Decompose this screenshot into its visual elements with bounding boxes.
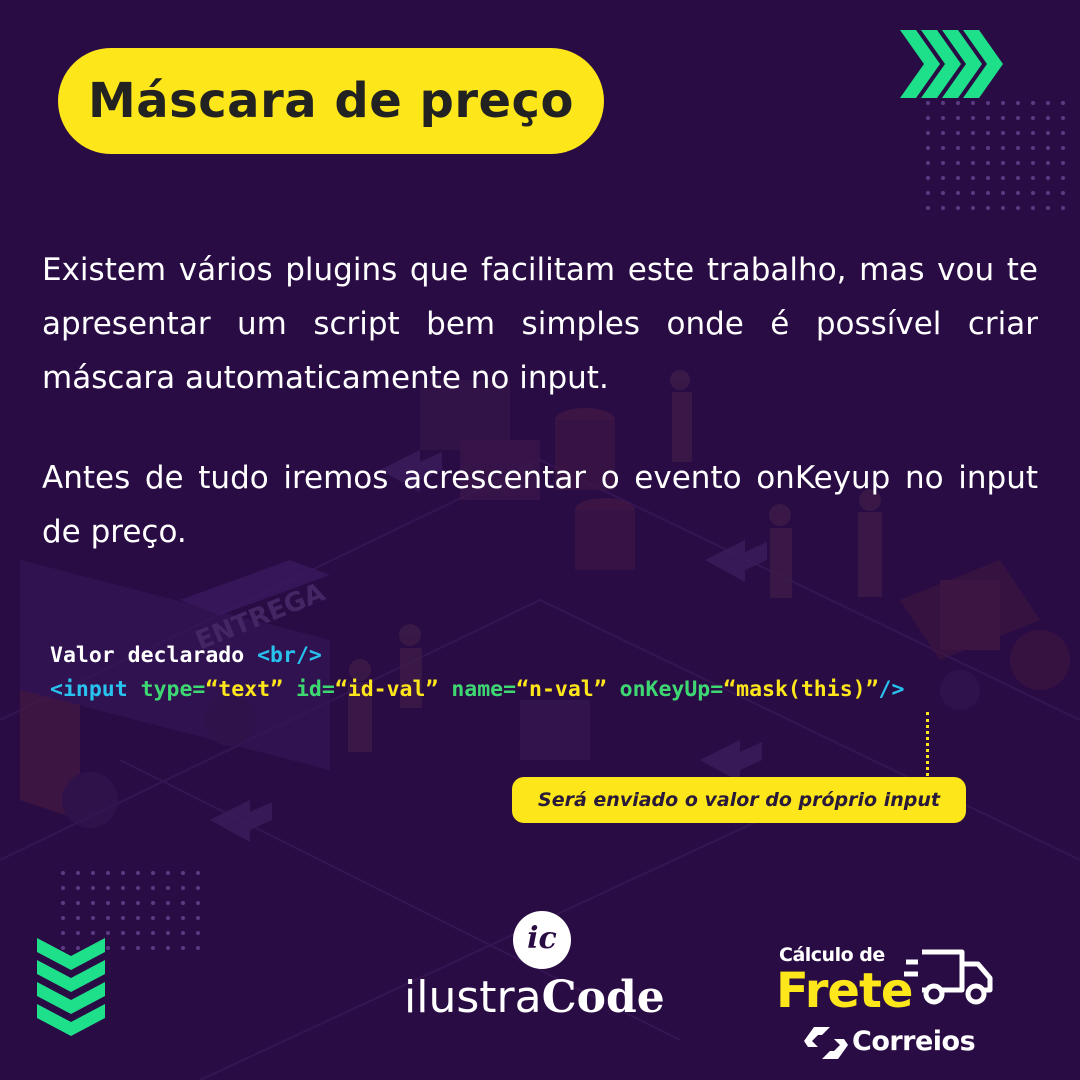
ilustracode-wordmark: ilustraCode bbox=[404, 972, 665, 1023]
page-title: Máscara de preço bbox=[88, 73, 574, 129]
code-line-input: <input type=“text” id=“id-val” name=“n-v… bbox=[50, 677, 904, 702]
chevrons-down-icon bbox=[37, 938, 105, 1036]
code-attr-name: name= bbox=[451, 677, 517, 702]
ilustracode-logo-mark: ic bbox=[513, 911, 571, 969]
code-close-tag: /> bbox=[878, 677, 905, 702]
post-canvas: ENTREGA Máscara de preço Existem vários … bbox=[0, 0, 1080, 1080]
code-val-onkeyup: “mask(this)” bbox=[723, 677, 879, 702]
correios-wordmark: Correios bbox=[852, 1026, 976, 1057]
code-val-id: “id-val” bbox=[334, 677, 439, 702]
callout-pointer bbox=[926, 712, 929, 776]
code-attr-onkeyup: onKeyUp= bbox=[619, 677, 724, 702]
wordmark-bold: Code bbox=[541, 972, 665, 1023]
code-val-type: “text” bbox=[205, 677, 284, 702]
wordmark-light: ilustra bbox=[404, 972, 542, 1023]
step-paragraph: Antes de tudo iremos acrescentar o event… bbox=[42, 460, 1038, 550]
code-open-tag: <input bbox=[50, 677, 128, 702]
code-attr-id: id= bbox=[295, 677, 335, 702]
frete-label: Frete bbox=[776, 963, 913, 1019]
callout-text: Será enviado o valor do próprio input bbox=[538, 789, 940, 811]
logo-mark-text: ic bbox=[527, 920, 557, 956]
correios-logo-icon bbox=[804, 1027, 848, 1059]
code-line-label: Valor declarado <br/> bbox=[50, 643, 322, 668]
callout-badge: Será enviado o valor do próprio input bbox=[512, 777, 966, 823]
dot-pattern-top-right bbox=[925, 100, 1075, 220]
truck-icon bbox=[904, 949, 993, 1005]
code-val-name: “n-val” bbox=[516, 677, 607, 702]
code-br-tag: <br/> bbox=[257, 643, 322, 668]
intro-paragraph: Existem vários plugins que facilitam est… bbox=[42, 252, 1038, 396]
code-attr-type: type= bbox=[140, 677, 206, 702]
chevrons-right-icon bbox=[900, 30, 1003, 98]
title-badge: Máscara de preço bbox=[58, 48, 604, 154]
code-label-text: Valor declarado bbox=[50, 643, 258, 668]
